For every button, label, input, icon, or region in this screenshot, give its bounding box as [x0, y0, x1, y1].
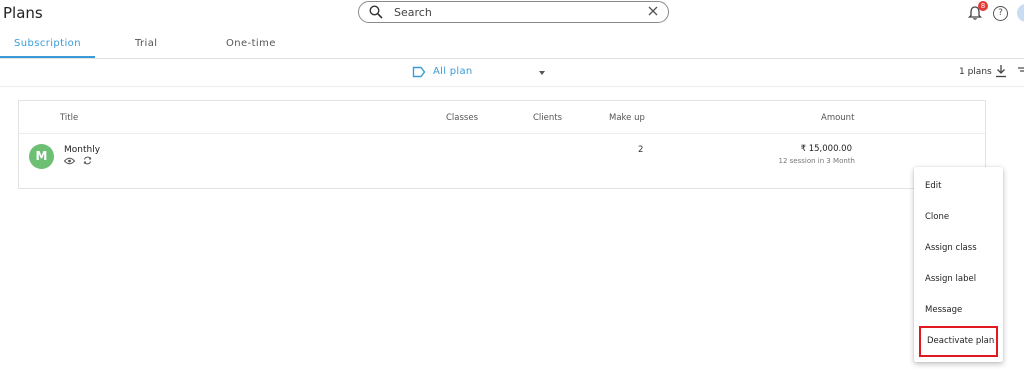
close-icon[interactable]	[647, 5, 659, 17]
sync-icon[interactable]	[83, 156, 92, 165]
column-header-title: Title	[60, 113, 79, 123]
menu-item-assign-label[interactable]: Assign label	[914, 264, 1003, 295]
menu-item-clone[interactable]: Clone	[914, 202, 1003, 233]
column-header-amount: Amount	[821, 113, 855, 123]
filter-lines-icon[interactable]	[1017, 64, 1024, 78]
menu-item-deactivate-plan[interactable]: Deactivate plan	[919, 326, 998, 357]
cell-amount-detail: 12 session in 3 Month	[778, 157, 856, 165]
plan-count: 1 plans	[959, 67, 992, 77]
label-icon	[412, 66, 426, 78]
user-avatar[interactable]	[1017, 4, 1024, 22]
column-header-makeup: Make up	[609, 113, 645, 123]
menu-item-assign-class[interactable]: Assign class	[914, 233, 1003, 264]
search-input[interactable]: Search	[394, 6, 432, 19]
menu-item-message[interactable]: Message	[914, 295, 1003, 326]
column-header-classes: Classes	[446, 113, 479, 123]
plan-filter-select[interactable]: All plan	[433, 66, 473, 77]
caret-down-icon[interactable]	[539, 71, 545, 75]
tab-subscription[interactable]: Subscription	[14, 38, 81, 49]
notification-badge: 8	[978, 1, 988, 11]
tab-trial[interactable]: Trial	[135, 38, 157, 49]
plan-avatar: M	[29, 144, 54, 169]
search-icon	[369, 5, 383, 19]
plan-actions-menu: Edit Clone Assign class Assign label Mes…	[914, 167, 1003, 362]
download-icon[interactable]	[995, 64, 1007, 78]
cell-amount: ₹ 15,000.00	[800, 144, 852, 154]
cell-makeup: 2	[638, 145, 644, 155]
page-title: Plans	[3, 4, 43, 22]
filter-divider	[0, 86, 1024, 87]
menu-item-edit[interactable]: Edit	[914, 171, 1003, 202]
plan-title[interactable]: Monthly	[64, 145, 100, 155]
header-row-divider	[19, 133, 985, 134]
tabs-divider	[0, 58, 1024, 59]
column-header-clients: Clients	[533, 113, 563, 123]
eye-icon[interactable]	[64, 157, 75, 165]
help-icon[interactable]: ?	[993, 6, 1008, 21]
tab-one-time[interactable]: One-time	[226, 38, 276, 49]
search-bar[interactable]: Search	[358, 1, 669, 23]
